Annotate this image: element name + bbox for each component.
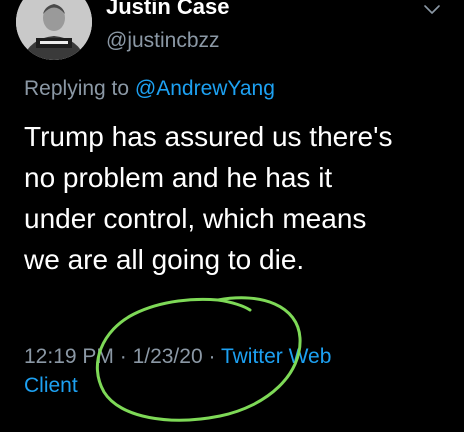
meta-separator: · xyxy=(113,345,133,368)
avatar-image xyxy=(16,0,92,60)
tweet-text-line: Trump has assured us there's xyxy=(24,121,393,152)
timestamp-time[interactable]: 12:19 PM xyxy=(24,345,114,368)
meta-separator: · xyxy=(202,345,221,368)
tweet: Justin Case @justincbzz Replying to @And… xyxy=(0,0,464,432)
avatar[interactable] xyxy=(16,0,92,60)
mention-link[interactable]: @AndrewYang xyxy=(135,77,275,100)
timestamp-date[interactable]: 1/23/20 xyxy=(133,345,203,368)
chevron-down-icon[interactable] xyxy=(420,0,444,22)
replying-to: Replying to @AndrewYang xyxy=(24,77,275,101)
tweet-meta: 12:19 PM · 1/23/20 · Twitter Web Client xyxy=(24,342,424,400)
source-app-link[interactable]: Twitter Web xyxy=(221,345,331,368)
source-app-link-continued[interactable]: Client xyxy=(24,374,78,397)
tweet-text-line: under control, which means xyxy=(24,203,367,234)
tweet-text-line: we are all going to die. xyxy=(24,244,305,275)
user-handle[interactable]: @justincbzz xyxy=(106,29,220,53)
display-name[interactable]: Justin Case xyxy=(106,0,230,20)
replying-prefix: Replying to xyxy=(24,77,135,100)
tweet-text-line: no problem and he has it xyxy=(24,162,333,193)
tweet-text: Trump has assured us there's no problem … xyxy=(24,116,444,280)
